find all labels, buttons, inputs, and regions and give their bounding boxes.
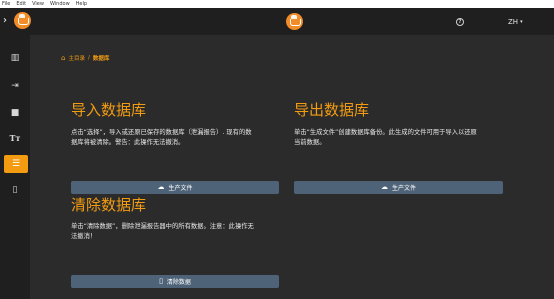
clear-data-button[interactable]: ▯ 清除数据 bbox=[71, 275, 279, 288]
import-generate-button[interactable]: ☁ 生产文件 bbox=[71, 181, 279, 194]
export-desc-line1: 单击“生成文件”创建数据库备份。此生成的文件可用于导入以还原 bbox=[294, 129, 477, 136]
clear-desc-line1: 单击“清除数据”，删除泄漏报告器中的所有数据。注意：此操作无 bbox=[71, 223, 254, 230]
sidebar-item-import[interactable]: ⇥ bbox=[0, 77, 30, 95]
import-button-label: 生产文件 bbox=[168, 185, 193, 192]
sidebar-item-briefcase[interactable]: ■ bbox=[0, 104, 30, 122]
breadcrumb-separator: / bbox=[87, 55, 90, 61]
export-description: 单击“生成文件”创建数据库备份。此生成的文件可用于导入以还原 当前数据。 bbox=[294, 128, 506, 148]
breadcrumb: ⌂ 主目录 / 数据库 bbox=[61, 54, 109, 62]
import-desc-line2: 据库将被清除。警告：此操作无法撤消。 bbox=[71, 139, 185, 146]
language-selector[interactable]: ZH ▾ bbox=[508, 17, 523, 27]
cloud-upload-icon: ☁ bbox=[380, 183, 388, 191]
building-icon: ▥ bbox=[10, 53, 20, 63]
clear-title: 清除数据库 bbox=[71, 196, 147, 214]
import-icon: ⇥ bbox=[11, 81, 19, 91]
menu-window[interactable]: Window bbox=[50, 0, 70, 8]
cloud-upload-icon: ☁ bbox=[157, 183, 165, 191]
export-generate-button[interactable]: ☁ 生产文件 bbox=[294, 181, 503, 194]
os-menubar: File Edit View Window Help bbox=[0, 0, 554, 8]
sidebar-item-building[interactable]: ▥ bbox=[0, 49, 30, 67]
list-icon: ☰ bbox=[11, 159, 21, 169]
app-logo-center bbox=[286, 13, 303, 30]
trash-icon: ▯ bbox=[12, 185, 18, 195]
clear-description: 单击“清除数据”，删除泄漏报告器中的所有数据。注意：此操作无 法撤消！ bbox=[71, 222, 283, 242]
app-logo-left[interactable] bbox=[14, 12, 31, 29]
sidebar-item-text[interactable]: Tт bbox=[0, 129, 30, 147]
menu-file[interactable]: File bbox=[2, 0, 10, 8]
text-icon: Tт bbox=[9, 133, 21, 143]
import-desc-line1: 点击“选择”，导入或还原已保存的数据库（泄漏报告）. 现有的数 bbox=[71, 129, 252, 136]
language-label: ZH bbox=[508, 18, 519, 26]
sidebar-item-trash[interactable]: ▯ bbox=[0, 181, 30, 199]
help-icon[interactable]: ? bbox=[456, 18, 464, 26]
briefcase-icon: ■ bbox=[10, 108, 20, 118]
breadcrumb-current: 数据库 bbox=[92, 56, 110, 62]
menu-edit[interactable]: Edit bbox=[16, 0, 26, 8]
chevron-right-icon[interactable]: › bbox=[1, 13, 9, 29]
export-title: 导出数据库 bbox=[294, 101, 370, 119]
clear-desc-line2: 法撤消！ bbox=[71, 233, 97, 240]
chevron-down-icon: ▾ bbox=[520, 19, 523, 25]
sidebar-item-database[interactable]: ☰ bbox=[4, 155, 28, 173]
sidebar: ▥ ⇥ ■ Tт ☰ ▯ bbox=[0, 35, 30, 299]
menu-help[interactable]: Help bbox=[76, 0, 87, 8]
top-app-bar: › ? ZH ▾ bbox=[0, 8, 554, 35]
clear-button-label: 清除数据 bbox=[166, 279, 191, 286]
export-button-label: 生产文件 bbox=[391, 185, 416, 192]
export-desc-line2: 当前数据。 bbox=[294, 139, 326, 146]
trash-icon: ▯ bbox=[159, 277, 163, 285]
import-description: 点击“选择”，导入或还原已保存的数据库（泄漏报告）. 现有的数 据库将被清除。警… bbox=[71, 128, 283, 148]
import-title: 导入数据库 bbox=[71, 101, 147, 119]
breadcrumb-home[interactable]: 主目录 bbox=[68, 54, 85, 62]
menu-view[interactable]: View bbox=[32, 0, 44, 8]
home-icon[interactable]: ⌂ bbox=[61, 54, 65, 62]
